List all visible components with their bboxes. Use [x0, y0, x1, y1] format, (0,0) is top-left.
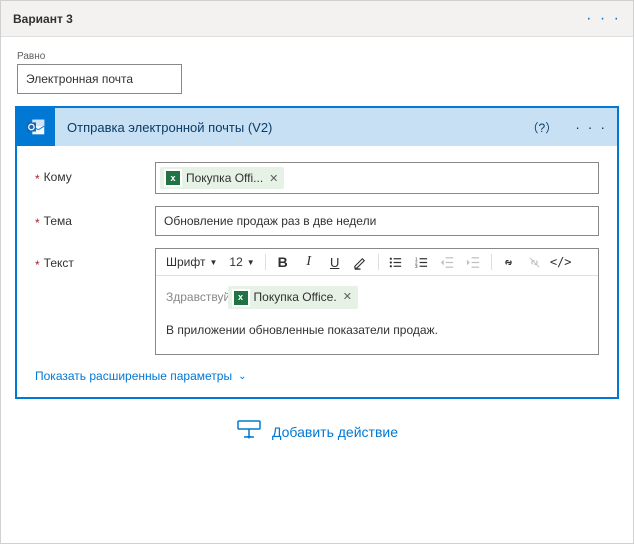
editor-toolbar: Шрифт▼ 12▼ B I U [156, 249, 598, 276]
highlight-button[interactable] [350, 251, 372, 273]
to-input[interactable]: x Покупка Offi... ✕ [155, 162, 599, 194]
body-text: В приложении обновленные показатели прод… [166, 321, 588, 340]
toolbar-divider [378, 254, 379, 270]
excel-icon: x [232, 289, 250, 307]
action-header: Отправка электронной почты (V2) （?） · · … [17, 108, 617, 146]
toolbar-divider [265, 254, 266, 270]
chevron-down-icon: ⌄ [238, 371, 246, 382]
underline-button[interactable]: U [324, 251, 346, 273]
link-button[interactable] [498, 251, 520, 273]
send-email-card: Отправка электронной почты (V2) （?） · · … [15, 106, 619, 399]
case-title: Вариант 3 [13, 12, 73, 26]
font-size-selector[interactable]: 12▼ [225, 253, 258, 271]
bullet-list-button[interactable] [385, 251, 407, 273]
action-title: Отправка электронной почты (V2) [55, 120, 519, 135]
body-chip-remove[interactable]: ✕ [343, 289, 352, 307]
bold-button[interactable]: B [272, 251, 294, 273]
rich-text-editor: Шрифт▼ 12▼ B I U [155, 248, 599, 355]
excel-icon: x [164, 169, 182, 187]
to-row: *Кому x Покупка Offi... ✕ [35, 162, 599, 194]
case-more-button[interactable]: · · · [586, 10, 621, 28]
add-action-link[interactable]: Добавить действие [272, 424, 398, 440]
subject-label: *Тема [35, 206, 155, 236]
condition-label: Равно [17, 51, 617, 62]
to-chip-remove[interactable]: ✕ [269, 172, 278, 185]
add-action-icon [236, 419, 262, 444]
to-label: *Кому [35, 162, 155, 194]
svg-text:3: 3 [415, 264, 418, 269]
outlook-icon [17, 108, 55, 146]
body-label: *Текст [35, 248, 155, 355]
action-help-button[interactable]: （?） [519, 119, 566, 136]
footer: Добавить действие [1, 419, 633, 444]
action-body: *Кому x Покупка Offi... ✕ *Тема *Текст [17, 146, 617, 365]
condition-input[interactable] [17, 64, 182, 94]
toolbar-divider [491, 254, 492, 270]
indent-button[interactable] [463, 251, 485, 273]
to-chip[interactable]: x Покупка Offi... ✕ [160, 167, 284, 189]
advanced-options-link[interactable]: Показать расширенные параметры ⌄ [17, 365, 617, 397]
body-row: *Текст Шрифт▼ 12▼ B I U [35, 248, 599, 355]
body-chip-label: Покупка Office. [254, 288, 337, 307]
subject-row: *Тема [35, 206, 599, 236]
unlink-button[interactable] [524, 251, 546, 273]
italic-button[interactable]: I [298, 251, 320, 273]
to-chip-label: Покупка Offi... [186, 171, 263, 185]
code-view-button[interactable]: </> [550, 251, 572, 273]
condition-area: Равно [1, 37, 633, 104]
body-chip[interactable]: x Покупка Office. ✕ [228, 286, 358, 309]
action-more-button[interactable]: · · · [565, 119, 617, 135]
editor-content[interactable]: Здравствуйте, x Покупка Office. ✕ В прил… [156, 276, 598, 354]
case-header: Вариант 3 · · · [1, 1, 633, 37]
subject-input[interactable] [155, 206, 599, 236]
numbered-list-button[interactable]: 123 [411, 251, 433, 273]
font-selector[interactable]: Шрифт▼ [162, 253, 221, 271]
outdent-button[interactable] [437, 251, 459, 273]
